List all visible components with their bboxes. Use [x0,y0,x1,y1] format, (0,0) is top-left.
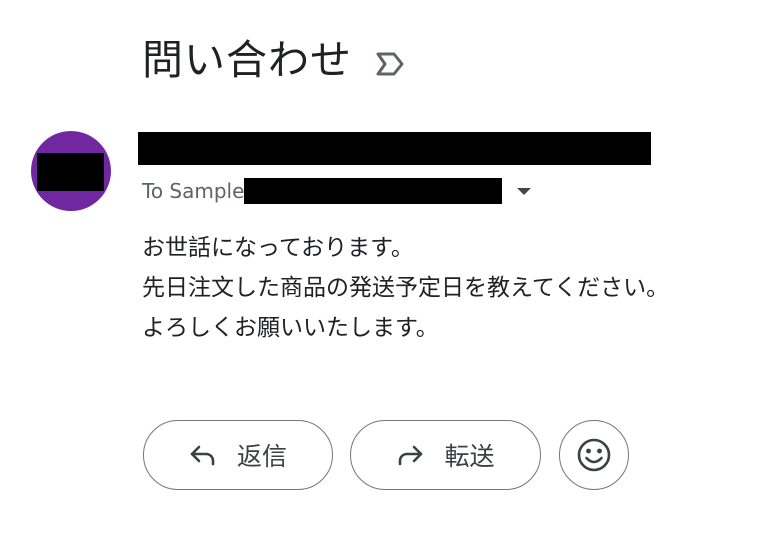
forward-label: 転送 [444,442,495,471]
reply-button[interactable]: 返信 [143,420,333,490]
subject-row: 問い合わせ [142,34,406,86]
redaction-block [37,153,104,191]
reply-label: 返信 [236,442,287,471]
emoji-reaction-button[interactable] [559,420,629,490]
body-line: お世話になっております。 [142,235,414,261]
body-line: よろしくお願いいたします。 [142,315,439,341]
recipient-redacted [244,178,503,204]
forward-button[interactable]: 転送 [350,420,541,490]
recipient-line: To Sample [142,176,534,206]
email-subject: 問い合わせ [142,36,352,84]
smiley-face-icon [576,437,612,473]
email-view: 問い合わせ To Sample お世話になっております。 先日注文した商品の発送… [0,0,766,536]
forward-arrow-icon [396,443,424,467]
recipient-label: To Sample [142,179,245,203]
caret-down-icon[interactable] [514,181,534,201]
email-body: お世話になっております。 先日注文した商品の発送予定日を教えてください。 よろし… [142,228,669,348]
sender-avatar[interactable] [31,131,111,211]
important-marker-icon[interactable] [374,51,406,77]
reply-arrow-icon [189,443,217,467]
sender-name-redacted [138,132,651,165]
body-line: 先日注文した商品の発送予定日を教えてください。 [142,275,670,301]
